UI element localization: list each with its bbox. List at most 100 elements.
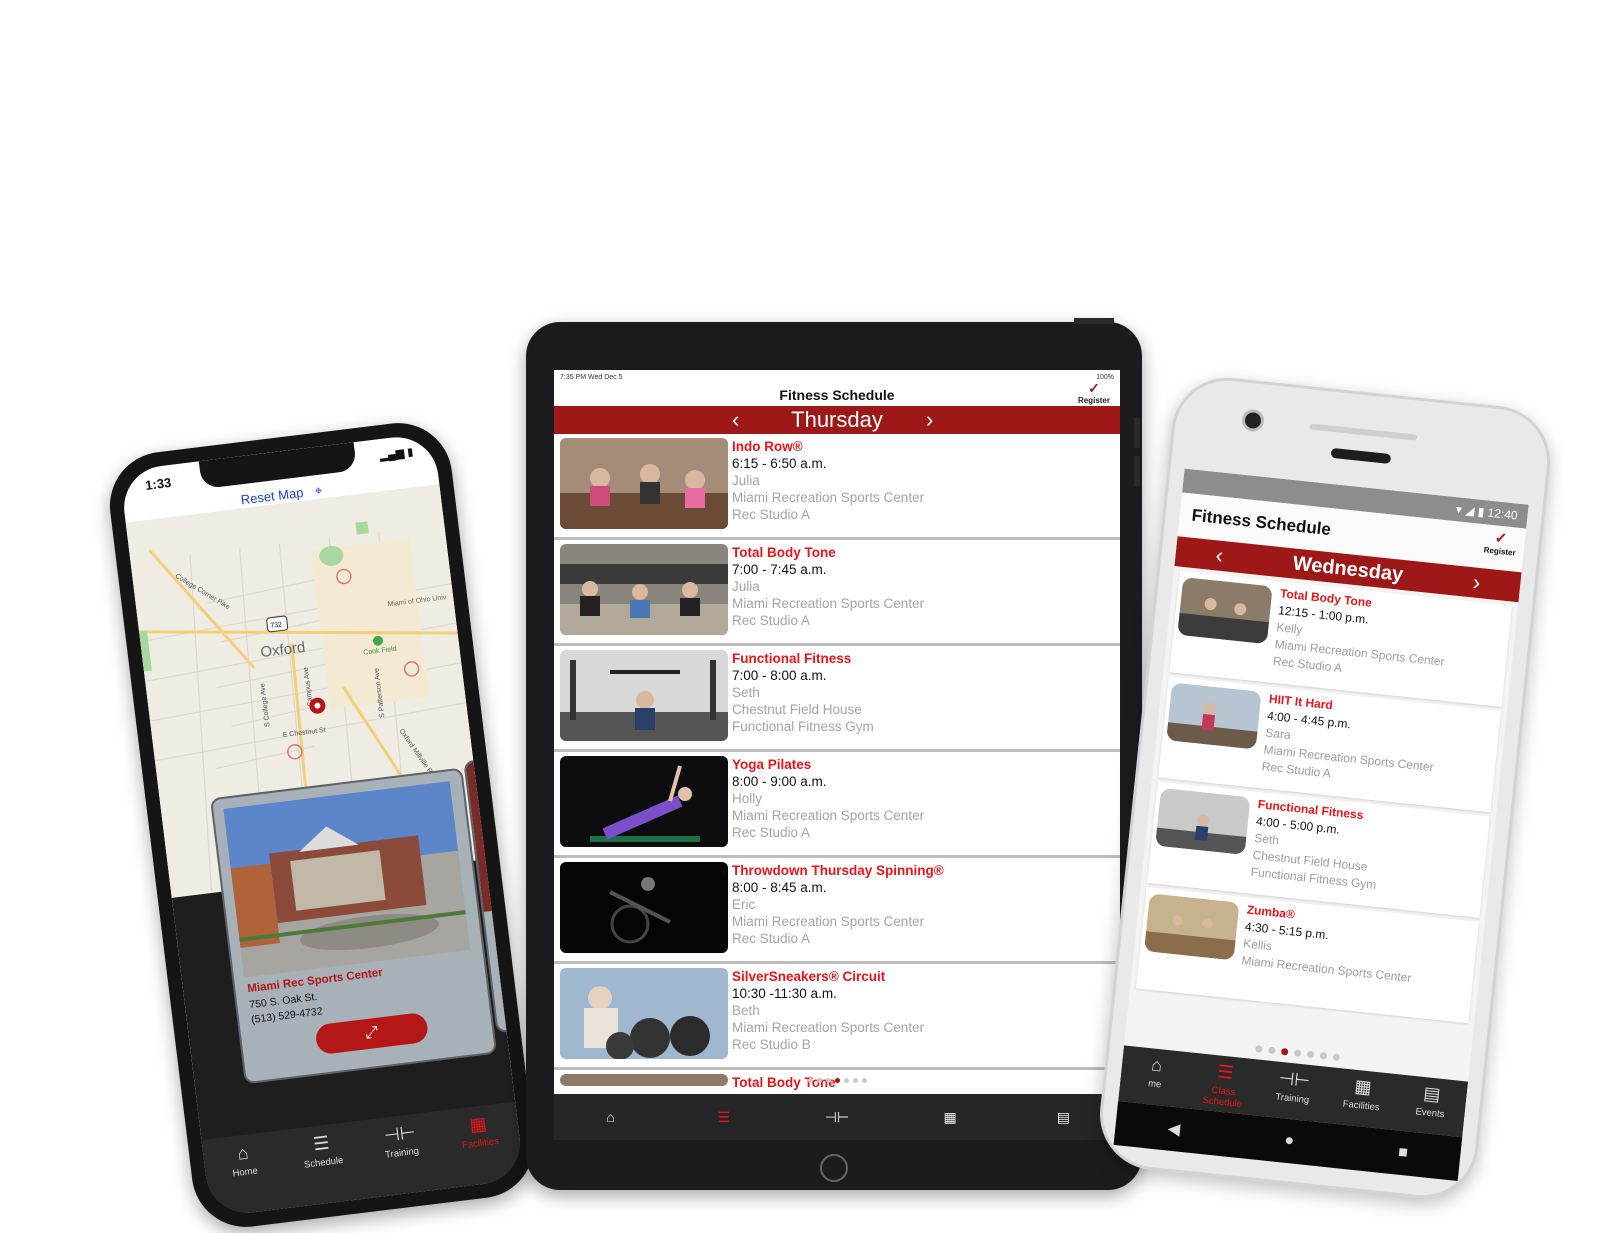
facility-card[interactable]: Miami Rec Sports Center 750 S. Oak St. (… [209, 767, 498, 1085]
home-circle-icon[interactable]: ● [1283, 1132, 1295, 1151]
svg-text:732: 732 [270, 621, 283, 629]
map-search-icon: ▦ [1353, 1075, 1373, 1098]
prev-day-button[interactable]: ‹ [1214, 540, 1224, 571]
calendar-icon: ▤ [1056, 1108, 1070, 1125]
iphone-device: 1:33 ▂▄▆ ▮ Reset Map ⌖ College Corner Pi… [103, 416, 541, 1233]
android-device: ▾ ◢ ▮ 12:40 Fitness Schedule ✓ Register … [1094, 372, 1556, 1204]
ipad-device: 7:35 PM Wed Dec 5 100% Fitness Schedule … [526, 318, 1142, 1190]
tab-training[interactable]: ⊣⊢ Training [369, 1120, 437, 1197]
class-room: Rec Studio A [732, 613, 811, 628]
class-row[interactable]: Yoga Pilates 8:00 - 9:00 a.m. Holly Miam… [554, 752, 1120, 858]
class-instructor: Holly [732, 791, 763, 806]
class-photo [560, 544, 728, 635]
class-room: Rec Studio A [732, 931, 811, 946]
home-icon: ⌂ [236, 1142, 250, 1164]
class-time: 8:00 - 9:00 a.m. [732, 774, 827, 789]
class-name: SilverSneakers® Circuit [732, 969, 886, 984]
class-name: Total Body Tone [732, 545, 836, 560]
list-icon: ☰ [1216, 1061, 1235, 1083]
tab-schedule[interactable]: ☰ Schedule [290, 1130, 358, 1207]
class-instructor: Beth [732, 1003, 760, 1018]
page-title: Fitness Schedule [1190, 505, 1332, 540]
next-day-button[interactable]: › [1471, 567, 1482, 598]
earpiece-slot [1309, 423, 1418, 441]
tab-events[interactable]: ▤ Events [1395, 1081, 1465, 1138]
recenter-icon[interactable]: ⌖ [314, 483, 323, 499]
wifi-battery-icon: ▂▄▆ ▮ [378, 446, 414, 463]
dumbbell-icon: ⊣⊢ [1277, 1067, 1311, 1091]
tab-training[interactable]: ⊣⊢ [823, 1106, 851, 1128]
day-selector: ‹ Thursday › [554, 406, 1120, 434]
home-icon: ⌂ [606, 1109, 615, 1125]
prev-day-button[interactable]: ‹ [732, 407, 739, 433]
expand-button[interactable]: ⤢ [314, 1011, 430, 1056]
volume-button [1134, 418, 1140, 448]
class-time: 7:00 - 8:00 a.m. [732, 668, 827, 683]
class-room: Functional Fitness Gym [732, 719, 874, 734]
class-location: Miami Recreation Sports Center [732, 1020, 925, 1035]
class-photo [560, 968, 728, 1059]
dumbbell-icon: ⊣⊢ [824, 1108, 850, 1125]
class-list[interactable]: Total Body Tone 12:15 - 1:00 p.m. Kelly … [1130, 570, 1518, 1024]
volume-button [1134, 456, 1140, 486]
class-row[interactable]: SilverSneakers® Circuit 10:30 -11:30 a.m… [554, 964, 1120, 1070]
day-label: Wednesday [1291, 552, 1405, 586]
page-indicator[interactable] [554, 1070, 1120, 1083]
dumbbell-icon: ⊣⊢ [382, 1121, 417, 1146]
tab-facilities[interactable]: ▦ Facilities [447, 1111, 515, 1188]
speaker-grille [1330, 447, 1392, 465]
list-icon: ☰ [717, 1108, 731, 1125]
class-photo [1143, 893, 1240, 961]
android-status-time: 12:40 [1486, 505, 1519, 523]
class-photo [1177, 577, 1273, 645]
class-location: Chestnut Field House [732, 702, 862, 717]
class-row[interactable]: Throwdown Thursday Spinning® 8:00 - 8:45… [554, 858, 1120, 964]
map-search-icon: ▦ [468, 1113, 488, 1136]
expand-icon: ⤢ [364, 1023, 380, 1043]
tab-home[interactable]: ⌂ Home [212, 1140, 280, 1217]
register-button[interactable]: ✓ Register [1078, 380, 1110, 405]
class-time: 6:15 - 6:50 a.m. [732, 456, 827, 471]
ipad-tab-bar: ⌂ ☰ ⊣⊢ ▦ ▤ [554, 1094, 1120, 1140]
tab-home[interactable]: ⌂ [597, 1106, 625, 1128]
power-button [1074, 318, 1114, 324]
class-instructor: Julia [732, 473, 760, 488]
tab-events[interactable]: ▤ [1049, 1106, 1077, 1128]
reset-map-button[interactable]: Reset Map [240, 485, 304, 508]
class-time: 7:00 - 7:45 a.m. [732, 562, 827, 577]
class-location: Miami Recreation Sports Center [732, 914, 925, 929]
class-name: Functional Fitness [732, 651, 852, 666]
class-room: Rec Studio B [732, 1037, 811, 1052]
next-day-button[interactable]: › [926, 407, 933, 433]
class-room: Rec Studio A [732, 507, 811, 522]
class-photo [560, 756, 728, 847]
class-row[interactable]: Total Body Tone 7:00 - 7:45 a.m. Julia M… [554, 540, 1120, 646]
class-location: Miami Recreation Sports Center [732, 596, 925, 611]
class-time: 10:30 -11:30 a.m. [732, 986, 837, 1001]
home-icon: ⌂ [1150, 1054, 1164, 1076]
class-name: Indo Row® [732, 439, 803, 454]
iphone-screen: 1:33 ▂▄▆ ▮ Reset Map ⌖ College Corner Pi… [119, 432, 525, 1218]
class-name: Throwdown Thursday Spinning® [732, 863, 944, 878]
facility-photo [223, 781, 471, 978]
class-row[interactable]: Indo Row® 6:15 - 6:50 a.m. Julia Miami R… [554, 434, 1120, 540]
class-time: 8:00 - 8:45 a.m. [732, 880, 827, 895]
calendar-icon: ▤ [1422, 1083, 1442, 1105]
day-label: Thursday [791, 407, 883, 432]
tab-schedule[interactable]: ☰ [710, 1106, 738, 1128]
class-photo [1166, 682, 1262, 750]
tab-facilities[interactable]: ▦ [936, 1106, 964, 1128]
back-icon[interactable]: ◀ [1167, 1119, 1181, 1140]
class-instructor: Eric [732, 897, 756, 912]
class-list[interactable]: Indo Row® 6:15 - 6:50 a.m. Julia Miami R… [554, 434, 1120, 1100]
home-button[interactable] [820, 1154, 848, 1182]
class-instructor: Julia [732, 579, 760, 594]
android-screen: ▾ ◢ ▮ 12:40 Fitness Schedule ✓ Register … [1118, 468, 1529, 1138]
register-button[interactable]: ✓ Register [1483, 528, 1518, 557]
class-row[interactable]: Functional Fitness 7:00 - 8:00 a.m. Seth… [554, 646, 1120, 752]
recents-icon[interactable]: ■ [1397, 1144, 1408, 1163]
iphone-status-time: 1:33 [144, 474, 173, 493]
class-location: Miami Recreation Sports Center [732, 490, 925, 505]
page-title: Fitness Schedule [779, 387, 895, 403]
class-room: Rec Studio A [732, 825, 811, 840]
